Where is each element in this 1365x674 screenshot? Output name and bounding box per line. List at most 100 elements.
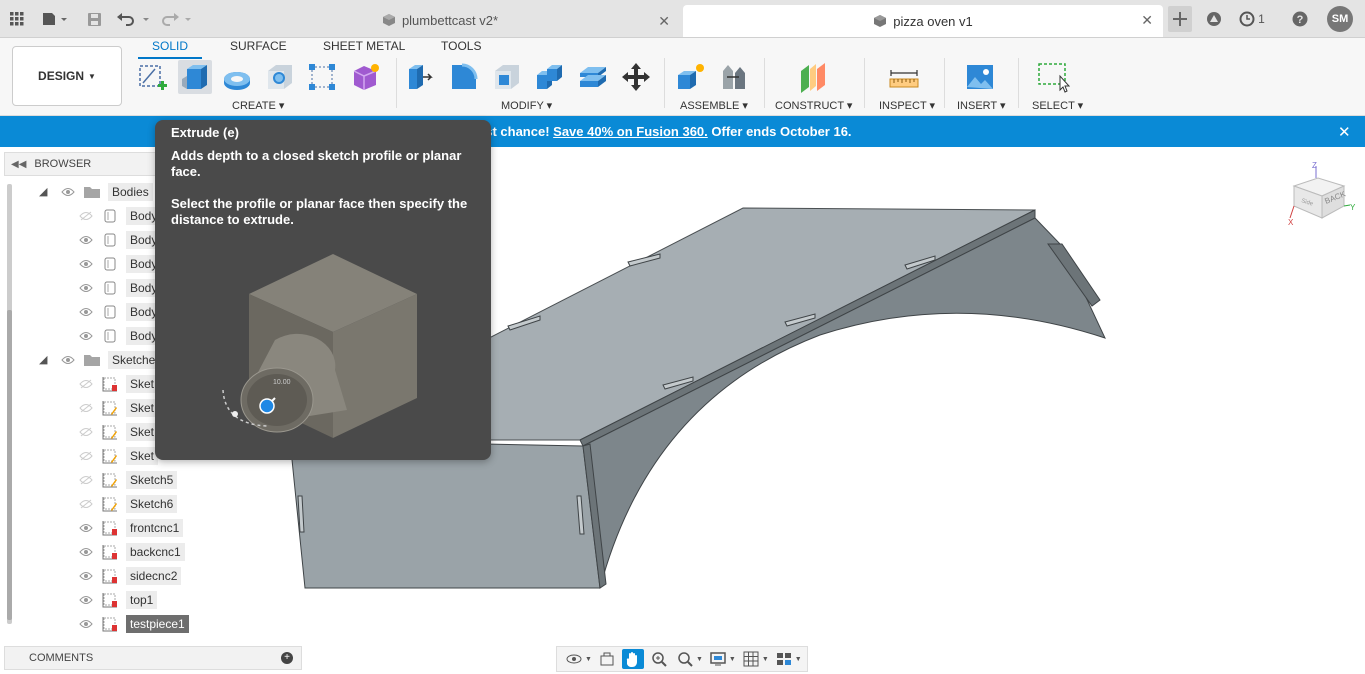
visibility-eye-hidden-icon[interactable] — [78, 424, 94, 440]
visibility-eye-hidden-icon[interactable] — [78, 496, 94, 512]
tree-item-body[interactable]: Body — [78, 206, 162, 226]
pan-hand-icon[interactable] — [621, 649, 644, 669]
visibility-eye-hidden-icon[interactable] — [78, 472, 94, 488]
fillet-icon[interactable] — [447, 60, 481, 94]
offset-plane-icon[interactable] — [796, 60, 830, 94]
help-icon[interactable]: ? — [1290, 6, 1310, 32]
insert-menu[interactable]: INSERT ▾ — [957, 99, 1006, 112]
tree-item-body[interactable]: Body — [78, 278, 162, 298]
move-copy-icon[interactable] — [619, 60, 653, 94]
new-component-icon[interactable] — [673, 60, 707, 94]
select-menu[interactable]: SELECT ▾ — [1032, 99, 1083, 112]
chevron-down-icon[interactable]: ▼ — [762, 656, 769, 663]
visibility-eye-icon[interactable] — [78, 520, 94, 536]
look-at-icon[interactable] — [596, 649, 618, 669]
user-avatar[interactable]: SM — [1327, 6, 1353, 32]
display-settings-icon[interactable] — [707, 649, 729, 669]
tree-item-body[interactable]: Body — [78, 254, 162, 274]
visibility-eye-icon[interactable] — [78, 616, 94, 632]
save-icon[interactable] — [84, 6, 104, 32]
create-sketch-icon[interactable] — [136, 60, 170, 94]
job-status-icon[interactable]: 1 — [1238, 6, 1266, 32]
extrude-icon[interactable] — [178, 60, 212, 94]
tree-item-sketch[interactable]: Sket — [78, 398, 159, 418]
tree-item-sketch[interactable]: Sket — [78, 422, 159, 442]
close-tab-icon[interactable]: ✕ — [658, 13, 670, 30]
new-tab-icon[interactable] — [1168, 6, 1192, 32]
revolve-icon[interactable] — [220, 60, 254, 94]
visibility-eye-icon[interactable] — [60, 352, 76, 368]
tab-sheet-metal[interactable]: SHEET METAL — [321, 39, 407, 55]
create-menu[interactable]: CREATE ▾ — [232, 99, 284, 112]
select-window-icon[interactable] — [1036, 60, 1070, 94]
visibility-eye-icon[interactable] — [60, 184, 76, 200]
tree-item-sketch-selected[interactable]: testpiece1 — [78, 614, 189, 634]
tab-surface[interactable]: SURFACE — [228, 39, 289, 55]
redo-icon[interactable] — [158, 6, 194, 32]
tab-solid[interactable]: SOLID — [137, 39, 203, 59]
file-menu-icon[interactable] — [40, 6, 70, 32]
press-pull-icon[interactable] — [404, 60, 438, 94]
close-tab-icon[interactable]: ✕ — [1141, 12, 1153, 29]
workspace-switcher[interactable]: DESIGN ▼ — [12, 46, 122, 106]
visibility-eye-hidden-icon[interactable] — [78, 400, 94, 416]
tree-item-sketch[interactable]: backcnc1 — [78, 542, 185, 562]
visibility-eye-icon[interactable] — [78, 328, 94, 344]
visibility-eye-hidden-icon[interactable] — [78, 448, 94, 464]
chevron-down-icon[interactable]: ▼ — [729, 656, 736, 663]
undo-icon[interactable] — [116, 6, 152, 32]
expand-triangle-icon[interactable]: ◢ — [39, 185, 47, 198]
inspect-menu[interactable]: INSPECT ▾ — [879, 99, 935, 112]
tree-item-sketch[interactable]: top1 — [78, 590, 158, 610]
tree-item-sketch[interactable]: frontcnc1 — [78, 518, 184, 538]
grid-settings-icon[interactable] — [740, 649, 762, 669]
viewcube[interactable]: BACK Side Z X Y — [1286, 160, 1358, 232]
visibility-eye-icon[interactable] — [78, 592, 94, 608]
orbit-icon[interactable] — [563, 649, 585, 669]
offset-face-icon[interactable] — [576, 60, 610, 94]
pattern-icon[interactable] — [305, 60, 339, 94]
tree-item-sketch[interactable]: Sketch5 — [78, 470, 178, 490]
measure-icon[interactable] — [887, 60, 921, 94]
zoom-icon[interactable] — [648, 649, 670, 669]
tree-item-sketch[interactable]: Sket — [78, 446, 159, 466]
extensions-icon[interactable] — [1204, 6, 1224, 32]
visibility-eye-icon[interactable] — [78, 280, 94, 296]
modify-menu[interactable]: MODIFY ▾ — [501, 99, 552, 112]
construct-menu[interactable]: CONSTRUCT ▾ — [775, 99, 852, 112]
tree-item-sketch[interactable]: Sketch6 — [78, 494, 178, 514]
collapse-panel-icon[interactable]: ◀◀ — [11, 159, 26, 170]
visibility-eye-icon[interactable] — [78, 256, 94, 272]
visibility-eye-icon[interactable] — [78, 544, 94, 560]
viewports-icon[interactable] — [773, 649, 795, 669]
banner-link[interactable]: Save 40% on Fusion 360. — [553, 124, 708, 139]
add-comment-icon[interactable]: + — [281, 652, 293, 664]
assemble-menu[interactable]: ASSEMBLE ▾ — [680, 99, 748, 112]
create-form-icon[interactable] — [348, 60, 382, 94]
chevron-down-icon[interactable]: ▼ — [795, 656, 802, 663]
tree-item-sketch[interactable]: Sket — [78, 374, 159, 394]
tree-item-body[interactable]: Body — [78, 230, 162, 250]
joint-icon[interactable] — [716, 60, 750, 94]
visibility-eye-icon[interactable] — [78, 232, 94, 248]
visibility-eye-hidden-icon[interactable] — [78, 376, 94, 392]
banner-close-icon[interactable]: ✕ — [1338, 123, 1351, 141]
hole-icon[interactable] — [263, 60, 297, 94]
tab-tools[interactable]: TOOLS — [439, 39, 483, 55]
app-grid-icon[interactable] — [8, 6, 26, 32]
chevron-down-icon[interactable]: ▼ — [696, 656, 703, 663]
visibility-eye-icon[interactable] — [78, 568, 94, 584]
visibility-eye-hidden-icon[interactable] — [78, 208, 94, 224]
tree-folder-bodies[interactable]: Bodies — [60, 182, 153, 202]
tab-pizza-oven[interactable]: pizza oven v1 ✕ — [683, 5, 1163, 37]
tab-plumbettcast[interactable]: plumbettcast v2* ✕ — [200, 6, 680, 34]
shell-icon[interactable] — [490, 60, 524, 94]
combine-icon[interactable] — [533, 60, 567, 94]
tree-item-sketch[interactable]: sidecnc2 — [78, 566, 182, 586]
insert-image-icon[interactable] — [963, 60, 997, 94]
chevron-down-icon[interactable]: ▼ — [585, 656, 592, 663]
tree-item-body[interactable]: Body — [78, 302, 162, 322]
tree-folder-sketches[interactable]: Sketche — [60, 350, 160, 370]
comments-panel[interactable]: COMMENTS + — [4, 646, 302, 670]
expand-triangle-icon[interactable]: ◢ — [39, 353, 47, 366]
